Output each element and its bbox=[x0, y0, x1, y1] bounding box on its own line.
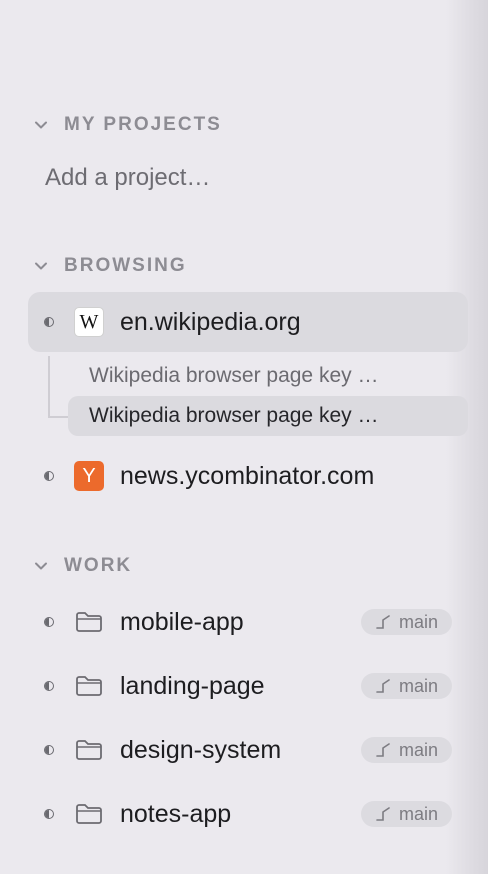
branch-icon bbox=[376, 615, 390, 629]
status-dot-icon bbox=[44, 617, 54, 627]
add-project-input[interactable]: Add a project… bbox=[45, 164, 210, 192]
chevron-down-icon bbox=[35, 262, 47, 270]
chevron-down-icon bbox=[35, 562, 47, 570]
status-dot-icon bbox=[44, 809, 54, 819]
site-label: news.ycombinator.com bbox=[120, 461, 375, 490]
project-label: mobile-app bbox=[120, 607, 244, 636]
status-dot-icon bbox=[44, 745, 54, 755]
section-header-my-projects[interactable]: MY PROJECTS bbox=[34, 113, 222, 137]
branch-icon bbox=[376, 807, 390, 821]
site-label: en.wikipedia.org bbox=[120, 307, 301, 336]
browsing-item-ycombinator[interactable]: Y news.ycombinator.com bbox=[28, 446, 468, 506]
tree-line-horizontal bbox=[48, 416, 68, 418]
tab-item-active[interactable]: Wikipedia browser page key … bbox=[68, 396, 468, 436]
section-title: BROWSING bbox=[64, 255, 187, 276]
branch-badge[interactable]: main bbox=[360, 673, 452, 699]
work-item-notes-app[interactable]: notes-app main bbox=[28, 784, 468, 844]
folder-icon bbox=[76, 804, 102, 824]
branch-label: main bbox=[398, 739, 438, 760]
chevron-down-icon bbox=[35, 121, 47, 129]
work-item-landing-page[interactable]: landing-page main bbox=[28, 656, 468, 716]
branch-label: main bbox=[398, 675, 438, 696]
status-dot-icon bbox=[44, 681, 54, 691]
browsing-item-wikipedia[interactable]: W en.wikipedia.org bbox=[28, 292, 468, 352]
wikipedia-icon: W bbox=[74, 307, 104, 337]
section-title: WORK bbox=[64, 555, 133, 576]
folder-icon bbox=[76, 612, 102, 632]
work-item-design-system[interactable]: design-system main bbox=[28, 720, 468, 780]
section-header-browsing[interactable]: BROWSING bbox=[34, 254, 187, 278]
branch-badge[interactable]: main bbox=[360, 801, 452, 827]
branch-label: main bbox=[398, 611, 438, 632]
project-label: notes-app bbox=[120, 799, 232, 828]
tab-item[interactable]: Wikipedia browser page key … bbox=[68, 356, 468, 396]
branch-badge[interactable]: main bbox=[360, 737, 452, 763]
branch-icon bbox=[376, 743, 390, 757]
folder-icon bbox=[76, 740, 102, 760]
status-dot-icon bbox=[44, 317, 54, 327]
status-dot-icon bbox=[44, 471, 54, 481]
project-label: design-system bbox=[120, 735, 282, 764]
tree-line-vertical bbox=[48, 356, 50, 418]
project-label: landing-page bbox=[120, 671, 265, 700]
branch-label: main bbox=[398, 803, 438, 824]
branch-badge[interactable]: main bbox=[360, 609, 452, 635]
folder-icon bbox=[76, 676, 102, 696]
section-header-work[interactable]: WORK bbox=[34, 554, 132, 578]
section-title: MY PROJECTS bbox=[64, 114, 222, 135]
ycombinator-icon: Y bbox=[74, 461, 104, 491]
branch-icon bbox=[376, 679, 390, 693]
work-item-mobile-app[interactable]: mobile-app main bbox=[28, 592, 468, 652]
